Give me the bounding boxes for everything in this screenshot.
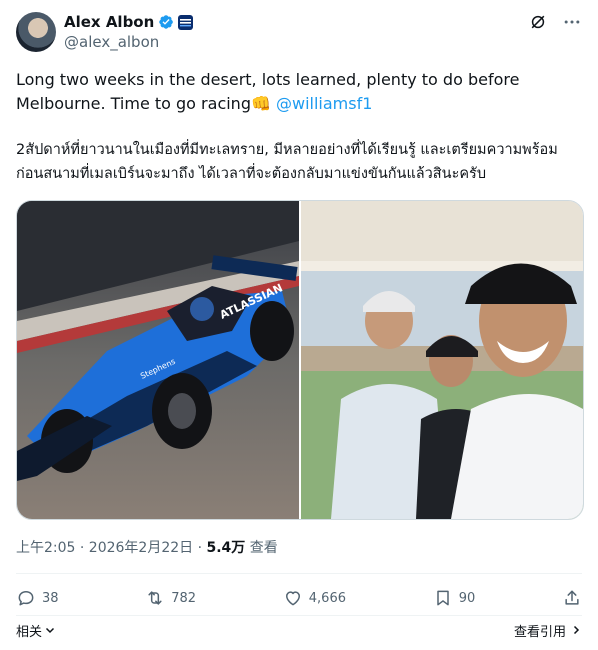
author-name-row: Alex Albon (64, 12, 194, 32)
tweet-timestamp[interactable]: 上午2:05 · 2026年2月22日 · (16, 540, 207, 556)
photo-selfie[interactable] (301, 201, 583, 519)
divider (16, 573, 582, 574)
more-icon[interactable] (562, 12, 582, 32)
like-icon (285, 591, 300, 606)
bookmark-count: 90 (458, 590, 476, 606)
reply-button[interactable]: 38 (16, 588, 59, 608)
photo-race-car[interactable]: ATLASSIAN Stephens (17, 201, 299, 519)
chevron-right-icon (573, 625, 580, 635)
related-label: 相关 (16, 624, 43, 640)
repost-count: 782 (171, 590, 197, 606)
tweet-text-thai: 2สัปดาห์ที่ยาวนานในเมืองที่มีทะเลทราย, ม… (16, 142, 558, 182)
share-button[interactable] (562, 588, 582, 608)
like-count: 4,666 (308, 590, 346, 606)
selfie-image (301, 201, 583, 519)
fist-emoji: 👊 (250, 94, 271, 113)
bookmark-icon (436, 590, 449, 606)
race-car-image: ATLASSIAN Stephens (17, 201, 299, 519)
divider (16, 615, 582, 616)
share-icon (565, 590, 579, 605)
views-label: 查看 (245, 540, 278, 556)
affiliate-badge-icon[interactable] (178, 14, 194, 30)
footer-row: 相关 查看引用 (16, 620, 582, 640)
view-quotes-label: 查看引用 (513, 624, 566, 640)
related-link[interactable]: 相关 (16, 621, 56, 640)
header-actions (528, 12, 582, 32)
tweet-text: Long two weeks in the desert, lots learn… (16, 68, 582, 186)
like-button[interactable]: 4,666 (283, 588, 346, 608)
repost-icon (148, 591, 162, 605)
bookmark-button[interactable]: 90 (433, 588, 476, 608)
tweet-text-english: Long two weeks in the desert, lots learn… (16, 68, 582, 116)
avatar[interactable] (16, 12, 56, 52)
reply-count: 38 (42, 590, 59, 606)
tweet-meta: 上午2:05 · 2026年2月22日 · 5.4万 查看 (16, 537, 278, 557)
verified-icon (159, 15, 174, 29)
action-bar: 38 782 4,666 90 (16, 586, 582, 610)
chevron-down-icon (45, 627, 55, 634)
reply-icon (18, 591, 34, 606)
handle[interactable]: @alex_albon (64, 33, 159, 51)
views-count: 5.4万 (206, 540, 246, 556)
mention-link[interactable]: @williamsf1 (276, 94, 372, 113)
media-grid: ATLASSIAN Stephens (16, 200, 584, 520)
display-name[interactable]: Alex Albon (64, 13, 154, 31)
grok-icon[interactable] (528, 12, 548, 32)
repost-button[interactable]: 782 (145, 588, 196, 608)
view-quotes-link[interactable]: 查看引用 (514, 621, 582, 640)
